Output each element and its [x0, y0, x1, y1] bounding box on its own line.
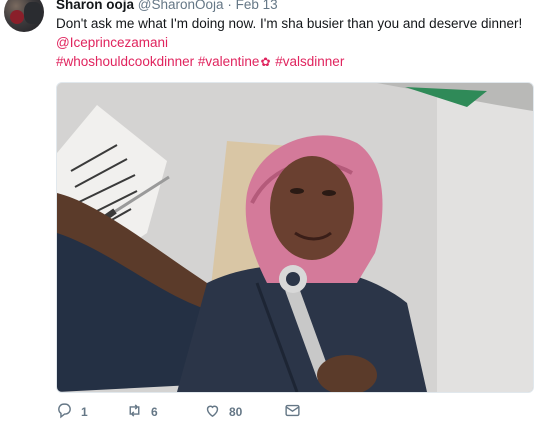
reply-icon — [56, 402, 73, 422]
tweet: Sharon ooja @SharonOoja · Feb 13 Don't a… — [0, 0, 544, 433]
rose-emoji: ✿ — [260, 55, 271, 69]
hashtag-link[interactable]: #valentine — [198, 54, 260, 69]
like-button[interactable]: 80 — [204, 403, 242, 421]
separator: · — [227, 0, 232, 12]
like-count: 80 — [229, 405, 243, 419]
avatar[interactable] — [4, 0, 44, 32]
hashtag-link[interactable]: #valsdinner — [275, 54, 344, 69]
tweet-header: Sharon ooja @SharonOoja · Feb 13 — [56, 0, 278, 13]
author-handle[interactable]: @SharonOoja — [138, 0, 224, 12]
reply-button[interactable]: 1 — [56, 403, 88, 421]
retweet-button[interactable]: 6 — [126, 403, 158, 421]
tweet-actions: 1 6 80 — [56, 403, 356, 421]
tweet-photo[interactable] — [56, 82, 534, 393]
mention-link[interactable]: @Iceprincezamani — [56, 35, 168, 50]
tweet-body: Don't ask me what I'm doing now. I'm sha… — [56, 16, 523, 31]
like-icon — [204, 402, 221, 422]
reply-count: 1 — [81, 405, 88, 419]
direct-message-button[interactable] — [284, 403, 301, 421]
retweet-icon — [126, 402, 143, 422]
hashtag-link[interactable]: #whoshouldcookdinner — [56, 54, 194, 69]
author-name[interactable]: Sharon ooja — [56, 0, 134, 12]
direct-message-icon — [284, 402, 301, 422]
tweet-text: Don't ask me what I'm doing now. I'm sha… — [56, 14, 536, 72]
timestamp[interactable]: Feb 13 — [236, 0, 278, 12]
retweet-count: 6 — [151, 405, 158, 419]
